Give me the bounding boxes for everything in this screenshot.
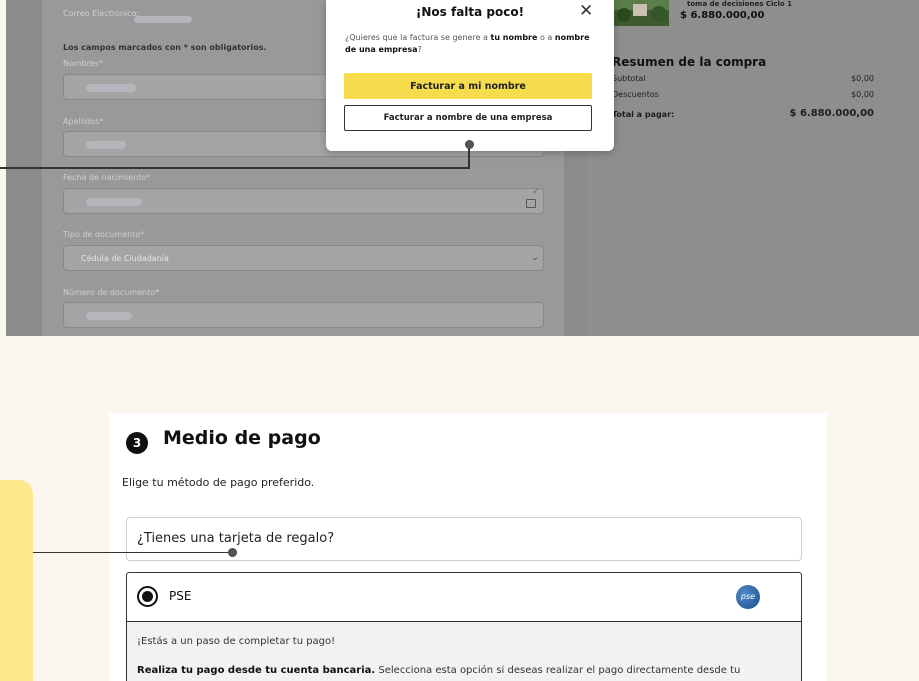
pse-info-line: ¡Estás a un paso de completar tu pago! (137, 636, 336, 647)
doctype-label: Tipo de documento* (63, 230, 145, 239)
modal-text-part: o a (537, 33, 555, 42)
doctype-value: Cédula de Ciudadanía (81, 254, 169, 263)
names-label: Nombres* (63, 59, 103, 68)
close-icon[interactable]: ✕ (579, 1, 593, 21)
subtotal-label: Subtotal (612, 74, 646, 83)
pse-option[interactable]: PSE pse (126, 572, 802, 622)
birthdate-input[interactable]: ✓ (63, 187, 544, 214)
valid-check-icon: ✓ (532, 187, 540, 197)
names-value-blurred (86, 84, 136, 92)
decorative-yellow-tab (0, 480, 33, 681)
pse-info-rest: Selecciona esta opción si deseas realiza… (375, 665, 741, 676)
email-label: Correo Electrónico: (63, 9, 140, 18)
payment-subtitle: Elige tu método de pago preferido. (122, 476, 315, 489)
subtotal-row: Subtotal $0,00 (612, 74, 874, 83)
discounts-row: Descuentos $0,00 (612, 90, 874, 99)
docnumber-label: Número de documento* (63, 288, 160, 297)
total-row: Total a pagar: $ 6.880.000,00 (612, 108, 874, 119)
modal-text-part: ? (417, 45, 422, 54)
pse-info-bold: Realiza tu pago desde tu cuenta bancaria… (137, 665, 376, 676)
subtotal-value: $0,00 (851, 74, 874, 83)
callout-dot (228, 548, 237, 557)
email-value-blurred (134, 16, 192, 23)
modal-text-part: ¿Quieres que la factura se genere a (345, 33, 491, 42)
chevron-down-icon: ⌄ (531, 252, 540, 263)
surnames-value-blurred (86, 141, 126, 149)
callout-line (0, 167, 470, 169)
summary-title: Resumen de la compra (612, 55, 767, 69)
product-thumbnail (613, 0, 669, 26)
bill-company-button[interactable]: Facturar a nombre de una empresa (344, 105, 592, 131)
surnames-label: Apellidos* (63, 117, 104, 126)
modal-text: ¿Quieres que la factura se genere a tu n… (345, 32, 595, 56)
step-number-badge: 3 (126, 432, 148, 454)
callout-dot (465, 140, 474, 149)
pse-details: ¡Estás a un paso de completar tu pago! R… (126, 622, 802, 681)
pse-info-paragraph: Realiza tu pago desde tu cuenta bancaria… (137, 665, 740, 676)
total-value: $ 6.880.000,00 (789, 108, 874, 119)
required-note: Los campos marcados con * son obligatori… (63, 43, 267, 52)
discounts-value: $0,00 (851, 90, 874, 99)
bill-my-name-button[interactable]: Facturar a mi nombre (344, 73, 592, 99)
modal-title: ¡Nos falta poco! (415, 5, 525, 19)
doctype-select[interactable]: Cédula de Ciudadanía ⌄ (63, 245, 544, 271)
pse-radio[interactable] (137, 586, 158, 607)
product-name: toma de decisiones Ciclo 1 (687, 0, 793, 8)
callout-line (33, 552, 233, 553)
pse-label: PSE (169, 589, 192, 603)
payment-card: 3 Medio de pago Elige tu método de pago … (109, 413, 827, 681)
gift-card-label: ¿Tienes una tarjeta de regalo? (137, 531, 335, 546)
payment-title: Medio de pago (163, 427, 321, 449)
birthdate-value-blurred (86, 198, 142, 206)
docnumber-value-blurred (86, 312, 132, 320)
order-sidebar: toma de decisiones Ciclo 1 $ 6.880.000,0… (586, 0, 919, 336)
product-price: $ 6.880.000,00 (680, 10, 765, 21)
docnumber-input[interactable] (63, 302, 544, 328)
calendar-icon[interactable] (526, 199, 536, 208)
callout-line (468, 146, 470, 169)
billing-modal: ¡Nos falta poco! ✕ ¿Quieres que la factu… (326, 0, 614, 151)
birthdate-label: Fecha de nacimiento* (63, 173, 151, 182)
pse-logo-icon: pse (736, 585, 760, 609)
modal-text-bold: tu nombre (490, 33, 538, 42)
discounts-label: Descuentos (612, 90, 659, 99)
total-label: Total a pagar: (612, 110, 675, 119)
gift-card-option[interactable]: ¿Tienes una tarjeta de regalo? (126, 517, 802, 561)
